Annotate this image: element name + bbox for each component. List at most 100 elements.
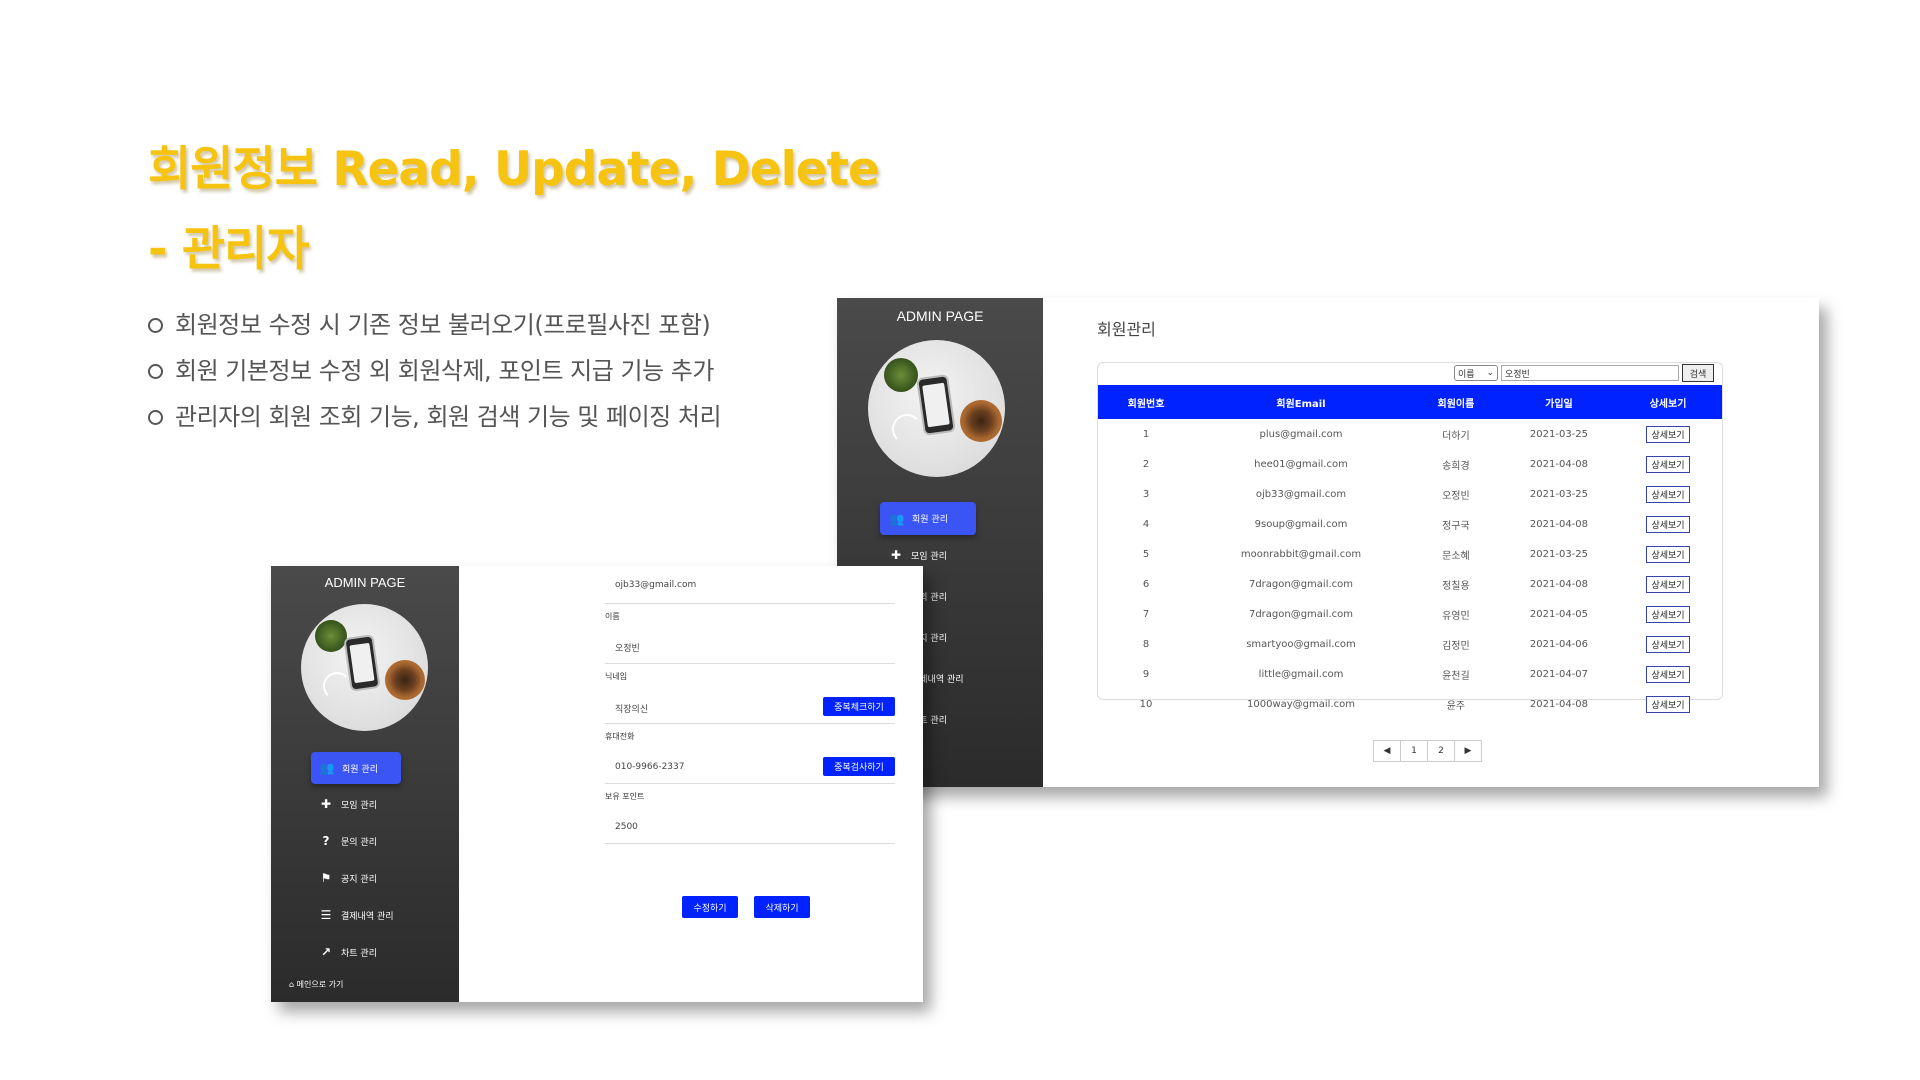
phone-decoration (916, 374, 956, 436)
cell-no: 6 (1142, 578, 1150, 590)
table-row: 10 1000way@gmail.com 윤주 2021-04-08 상세보기 (1098, 689, 1722, 719)
page-button[interactable]: 1 (1400, 740, 1428, 762)
nickname-field[interactable]: 직장의신 (615, 702, 648, 715)
feature-bullet-text: 회원정보 수정 시 기존 정보 불러오기(프로필사진 포함) (175, 311, 711, 339)
cell-email: plus@gmail.com (1259, 428, 1343, 440)
phone-field[interactable]: 010-9966-2337 (615, 762, 684, 772)
chart-icon: ↗ (320, 945, 332, 959)
detail-button[interactable]: 상세보기 (1646, 575, 1690, 593)
cell-name: 문소혜 (1442, 550, 1470, 562)
field-divider (605, 603, 895, 604)
cell-action: 상세보기 (1614, 449, 1722, 479)
cell-date: 2021-04-05 (1529, 608, 1589, 620)
detail-button[interactable]: 상세보기 (1646, 605, 1690, 623)
sidebar-item-label: 모임 관리 (911, 551, 947, 562)
nickname-check-button[interactable]: 중복체크하기 (823, 697, 895, 716)
cell-action: 상세보기 (1614, 569, 1722, 599)
plant-decoration (315, 620, 347, 652)
cell-date: 2021-04-06 (1529, 638, 1589, 650)
plus-icon: ✚ (890, 548, 902, 562)
detail-button[interactable]: 상세보기 (1646, 485, 1690, 503)
search-type-select[interactable]: 이름 ⌄ (1454, 365, 1498, 381)
cell-name: 더하기 (1442, 430, 1470, 442)
delete-button[interactable]: 삭제하기 (754, 896, 810, 918)
profile-avatar (301, 604, 428, 731)
member-table: 회원번호 회원Email 회원이름 가입일 상세보기 1 plus@gmail.c… (1098, 385, 1722, 719)
table-header-row: 회원번호 회원Email 회원이름 가입일 상세보기 (1098, 385, 1722, 419)
table-row: 7 7dragon@gmail.com 유영민 2021-04-05 상세보기 (1098, 599, 1722, 629)
cell-name: 윤천길 (1442, 670, 1470, 682)
feature-bullet: 회원 기본정보 수정 외 회원삭제, 포인트 지급 기능 추가 (148, 348, 721, 394)
search-type-value: 이름 (1458, 369, 1475, 380)
page-button[interactable]: 2 (1427, 740, 1455, 762)
email-field[interactable]: ojb33@gmail.com (615, 580, 696, 590)
detail-button[interactable]: 상세보기 (1646, 455, 1690, 473)
table-row: 4 9soup@gmail.com 정구국 2021-04-08 상세보기 (1098, 509, 1722, 539)
sidebar-item-inquiry[interactable]: ? 문의 관리 (319, 834, 377, 848)
circle-bullet-icon (148, 409, 163, 425)
slide-title-line2: - 관리자 (148, 222, 310, 277)
cell-email: 1000way@gmail.com (1247, 698, 1355, 710)
pagination: ◀ 1 2 ▶ (1373, 740, 1482, 762)
cell-no: 1 (1142, 428, 1150, 440)
points-field[interactable]: 2500 (615, 822, 638, 832)
phone-label: 휴대전화 (605, 732, 635, 741)
cell-no: 10 (1139, 698, 1153, 710)
cell-action: 상세보기 (1614, 539, 1722, 569)
search-button[interactable]: 검색 (1682, 364, 1714, 382)
feature-bullet-text: 관리자의 회원 조회 기능, 회원 검색 기능 및 페이징 처리 (175, 403, 722, 431)
column-header: 회원번호 (1098, 385, 1195, 419)
prev-page-button[interactable]: ◀ (1373, 740, 1401, 762)
sidebar-item-meeting[interactable]: ✚ 모임 관리 (319, 797, 377, 811)
detail-button[interactable]: 상세보기 (1646, 635, 1690, 653)
cup-decoration (385, 660, 425, 700)
sidebar-item-chart[interactable]: ↗ 차트 관리 (319, 945, 377, 959)
cable-decoration (892, 414, 922, 444)
sidebar-item-member[interactable]: 👥 회원 관리 (311, 752, 401, 784)
cell-name: 김정민 (1442, 640, 1470, 652)
question-icon: ? (322, 834, 330, 848)
feature-bullet: 관리자의 회원 조회 기능, 회원 검색 기능 및 페이징 처리 (148, 394, 722, 440)
sidebar-title: ADMIN PAGE (896, 308, 984, 324)
update-button[interactable]: 수정하기 (682, 896, 738, 918)
cell-email: 9soup@gmail.com (1254, 518, 1348, 530)
feature-bullet-list: 회원정보 수정 시 기존 정보 불러오기(프로필사진 포함) 회원 기본정보 수… (148, 302, 722, 440)
feature-bullet-text: 회원 기본정보 수정 외 회원삭제, 포인트 지급 기능 추가 (175, 357, 714, 385)
plant-decoration (884, 358, 918, 392)
sidebar-item-member[interactable]: 👥 회원 관리 (880, 502, 976, 535)
detail-button[interactable]: 상세보기 (1646, 665, 1690, 683)
home-link[interactable]: ⌂ 메인으로 가기 (289, 979, 343, 990)
detail-button[interactable]: 상세보기 (1646, 425, 1690, 443)
search-input[interactable]: 오정빈 (1501, 365, 1679, 381)
sidebar-item-payment[interactable]: ☰ 결제내역 관리 (319, 908, 394, 922)
cell-date: 2021-04-07 (1529, 668, 1589, 680)
cell-name: 오정빈 (1442, 490, 1470, 502)
cell-no: 2 (1142, 458, 1150, 470)
cell-date: 2021-04-08 (1529, 458, 1589, 470)
column-header: 상세보기 (1614, 385, 1722, 419)
sidebar-item-meeting[interactable]: ✚ 모임 관리 (889, 548, 947, 562)
sidebar-title: ADMIN PAGE (324, 575, 406, 590)
name-field[interactable]: 오정빈 (615, 641, 640, 654)
cell-date: 2021-04-08 (1529, 698, 1589, 710)
home-icon: ⌂ (289, 980, 295, 989)
circle-bullet-icon (148, 363, 163, 379)
plus-icon: ✚ (320, 797, 332, 811)
detail-button[interactable]: 상세보기 (1646, 515, 1690, 533)
cell-email: moonrabbit@gmail.com (1240, 548, 1362, 560)
detail-button[interactable]: 상세보기 (1646, 695, 1690, 713)
cell-no: 9 (1142, 668, 1150, 680)
cell-name: 정칠용 (1442, 580, 1470, 592)
next-page-button[interactable]: ▶ (1454, 740, 1482, 762)
sidebar-item-label: 문의 관리 (341, 837, 377, 848)
sidebar-item-notice[interactable]: ⚑ 공지 관리 (319, 871, 377, 885)
cell-email: ojb33@gmail.com (1255, 488, 1347, 500)
detail-button[interactable]: 상세보기 (1646, 545, 1690, 563)
page-title: 회원관리 (1097, 320, 1156, 339)
member-table-panel: 이름 ⌄ 오정빈 검색 회원번호 회원Email 회원이름 가입일 상세보기 1… (1097, 362, 1723, 713)
phone-check-button[interactable]: 중복검사하기 (823, 757, 895, 776)
sidebar-item-label: 결제내역 관리 (341, 911, 394, 922)
cell-action: 상세보기 (1614, 659, 1722, 689)
cell-email: smartyoo@gmail.com (1246, 638, 1356, 650)
cell-date: 2021-03-25 (1529, 428, 1589, 440)
